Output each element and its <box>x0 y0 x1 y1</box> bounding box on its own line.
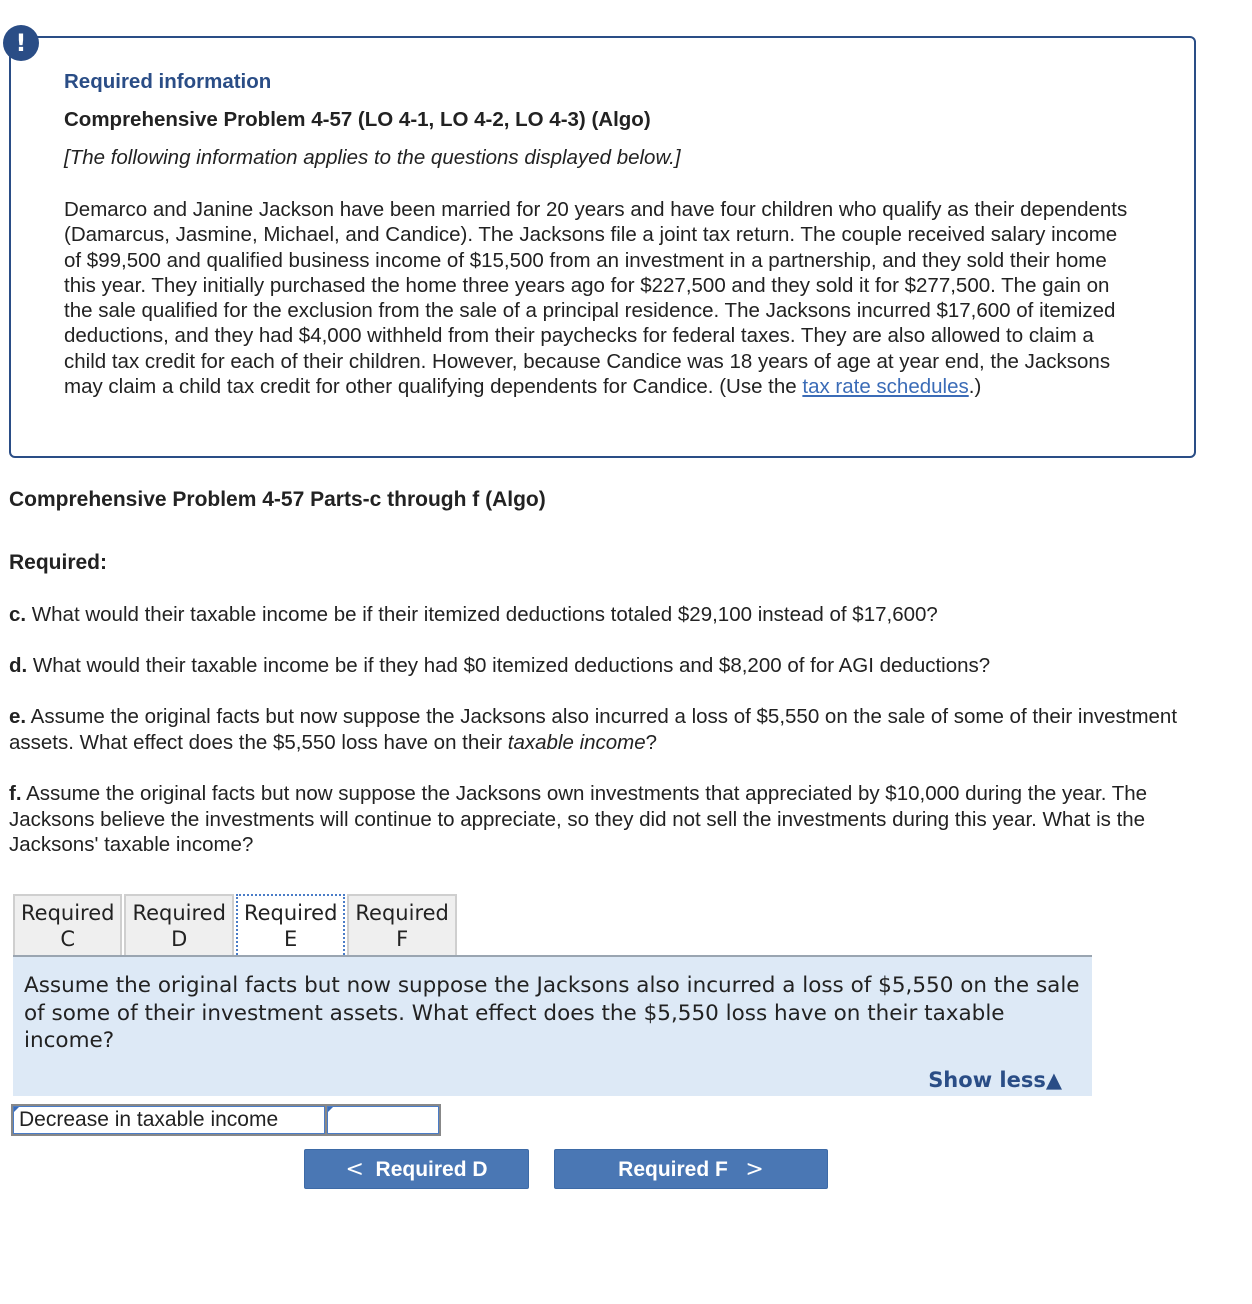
question-letter: e. <box>9 705 27 728</box>
answer-input-cell[interactable] <box>327 1106 439 1134</box>
cell-marker-icon <box>328 1107 333 1112</box>
parts-title: Comprehensive Problem 4-57 Parts-c throu… <box>9 488 546 511</box>
question-d: d. What would their taxable income be if… <box>9 653 1199 679</box>
question-italic: taxable income <box>507 730 646 754</box>
question-text: What would their taxable income be if th… <box>26 603 938 626</box>
cell-marker-icon <box>14 1107 19 1112</box>
tab-required-e[interactable]: Required E <box>235 894 346 958</box>
tab-label: Required <box>132 901 226 925</box>
question-f: f. Assume the original facts but now sup… <box>9 781 1199 858</box>
next-required-f-button[interactable]: Required F > <box>554 1149 828 1189</box>
scenario-end: .) <box>968 375 982 399</box>
tab-letter: F <box>396 927 409 951</box>
show-less-button[interactable]: Show less▲ <box>928 1068 1062 1092</box>
panel-question-text: Assume the original facts but now suppos… <box>24 973 1080 1053</box>
question-text: Assume the original facts but now suppos… <box>9 782 1148 856</box>
tab-required-f[interactable]: Required F <box>347 894 457 956</box>
question-end: ? <box>645 730 658 754</box>
show-less-label: Show less <box>928 1068 1046 1092</box>
scenario-text: Demarco and Janine Jackson have been mar… <box>64 197 1134 399</box>
tab-label: Required <box>355 901 449 925</box>
required-information-title: Required information <box>64 70 272 93</box>
answer-label-cell: Decrease in taxable income <box>13 1106 325 1134</box>
question-letter: c. <box>9 603 27 626</box>
required-label: Required: <box>9 551 108 574</box>
question-c: c. What would their taxable income be if… <box>9 602 1199 628</box>
answer-input[interactable] <box>328 1107 438 1133</box>
tab-letter: D <box>171 927 188 951</box>
tax-rate-schedules-link[interactable]: tax rate schedules <box>802 375 968 398</box>
answer-row: Decrease in taxable income <box>11 1104 441 1136</box>
tab-letter: E <box>284 927 298 951</box>
triangle-up-icon: ▲ <box>1045 1068 1062 1092</box>
next-label: Required F <box>618 1158 728 1181</box>
chevron-right-icon: > <box>745 1157 764 1182</box>
applies-note: [The following information applies to th… <box>64 146 681 169</box>
problem-title: Comprehensive Problem 4-57 (LO 4-1, LO 4… <box>64 108 651 131</box>
tab-required-c[interactable]: Required C <box>13 894 123 956</box>
previous-required-d-button[interactable]: < Required D <box>304 1149 529 1189</box>
tab-required-d[interactable]: Required D <box>124 894 234 956</box>
tab-letter: C <box>60 927 76 951</box>
question-panel: Assume the original facts but now suppos… <box>13 957 1092 1096</box>
question-e: e. Assume the original facts but now sup… <box>9 704 1199 755</box>
prev-label: Required D <box>375 1158 488 1181</box>
question-letter: f. <box>9 782 22 805</box>
question-letter: d. <box>9 654 28 677</box>
alert-icon: ! <box>3 25 39 61</box>
chevron-left-icon: < <box>345 1157 364 1182</box>
scenario-body: Demarco and Janine Jackson have been mar… <box>64 198 1128 399</box>
required-tabs: Required C Required D Required E Required F <box>13 894 459 958</box>
tab-label: Required <box>21 901 115 925</box>
question-text: What would their taxable income be if th… <box>27 654 991 677</box>
tab-label: Required <box>243 901 338 925</box>
answer-label: Decrease in taxable income <box>19 1108 279 1131</box>
